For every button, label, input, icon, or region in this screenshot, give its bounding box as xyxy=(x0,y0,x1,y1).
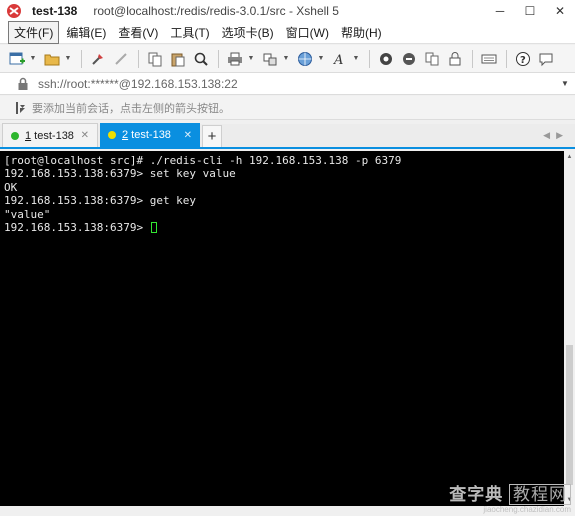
script-icon[interactable] xyxy=(398,48,420,70)
open-dropdown[interactable]: ▼ xyxy=(64,48,72,70)
hint-bar: 要添加当前会话，点击左侧的箭头按钮。 xyxy=(0,96,575,120)
copy-icon[interactable] xyxy=(144,48,166,70)
close-button[interactable]: ✕ xyxy=(545,0,575,22)
terminal-cursor xyxy=(150,222,157,234)
menu-tools[interactable]: 工具(T) xyxy=(165,22,214,43)
globe-icon[interactable] xyxy=(294,48,316,70)
help-icon[interactable]: ? xyxy=(512,48,534,70)
title-bar: test-138 root@localhost:/redis/redis-3.0… xyxy=(0,0,575,22)
terminal-scrollbar[interactable]: ▲ ▼ xyxy=(564,151,575,506)
arrow-button-icon[interactable] xyxy=(14,101,28,115)
menu-window[interactable]: 窗口(W) xyxy=(281,22,334,43)
transfer-icon[interactable] xyxy=(259,48,281,70)
globe-dropdown[interactable]: ▼ xyxy=(317,48,325,70)
watermark: 查字典 教程网 jiaocheng.chazidian.com xyxy=(449,480,571,514)
menu-file[interactable]: 文件(F) xyxy=(8,21,60,44)
terminal-line: 192.168.153.138:6379> set key value xyxy=(4,167,236,181)
terminal-prompt-line: 192.168.153.138:6379> xyxy=(4,221,560,234)
new-session-dropdown[interactable]: ▼ xyxy=(29,48,37,70)
hint-text: 要添加当前会话，点击左侧的箭头按钮。 xyxy=(32,102,230,115)
transfer-dropdown[interactable]: ▼ xyxy=(282,48,290,70)
minimize-button[interactable]: ─ xyxy=(485,0,515,22)
xftp-icon[interactable] xyxy=(375,48,397,70)
status-dot-icon xyxy=(11,131,19,140)
tab-name: test-138 xyxy=(128,129,171,141)
scrollbar-thumb[interactable] xyxy=(566,345,573,485)
keyboard-icon[interactable] xyxy=(478,48,500,70)
tab-session-1[interactable]: 1 test-138 ✕ xyxy=(2,123,98,147)
xshell-app-icon[interactable] xyxy=(6,3,22,19)
close-tab-icon[interactable]: ✕ xyxy=(81,130,89,141)
window-title: root@localhost:/redis/redis-3.0.1/src - … xyxy=(93,4,339,18)
font-dropdown[interactable]: ▼ xyxy=(352,48,360,70)
font-icon[interactable]: A xyxy=(329,48,351,70)
menu-view[interactable]: 查看(V) xyxy=(113,22,163,43)
menu-help[interactable]: 帮助(H) xyxy=(336,22,387,43)
menu-bar: 文件(F) 编辑(E) 查看(V) 工具(T) 选项卡(B) 窗口(W) 帮助(… xyxy=(0,21,575,44)
svg-text:A: A xyxy=(333,53,343,67)
reconnect-icon[interactable] xyxy=(87,48,109,70)
address-bar[interactable]: ssh://root:******@192.168.153.138:22 ▼ xyxy=(0,73,575,95)
print-dropdown[interactable]: ▼ xyxy=(247,48,255,70)
terminal-line: "value" xyxy=(4,207,51,221)
print-icon[interactable] xyxy=(224,48,246,70)
watermark-url: jiaocheng.chazidian.com xyxy=(483,505,571,514)
close-tab-icon[interactable]: ✕ xyxy=(184,130,192,141)
toolbar: ▼ ▼ ▼ ▼ ▼ A ▼ ? xyxy=(0,45,575,73)
terminal-output[interactable]: [root@localhost src]# ./redis-cli -h 192… xyxy=(0,151,564,506)
tab-bar: 1 test-138 ✕ 2 test-138 ✕ + ◀▶ xyxy=(0,123,575,149)
copy-session-icon[interactable] xyxy=(421,48,443,70)
scroll-up-icon[interactable]: ▲ xyxy=(564,151,575,163)
watermark-box-text: 教程网 xyxy=(509,484,571,505)
tab-name: test-138 xyxy=(31,129,74,142)
terminal-line: 192.168.153.138:6379> get key xyxy=(4,194,197,208)
menu-edit[interactable]: 编辑(E) xyxy=(61,22,111,43)
open-folder-icon[interactable] xyxy=(41,48,63,70)
address-dropdown-icon[interactable]: ▼ xyxy=(555,79,575,88)
terminal-prompt: 192.168.153.138:6379> xyxy=(4,221,150,235)
status-dot-icon xyxy=(108,131,116,139)
session-address[interactable]: ssh://root:******@192.168.153.138:22 xyxy=(38,77,555,91)
add-tab-button[interactable]: + xyxy=(202,125,222,147)
lock-icon[interactable] xyxy=(444,48,466,70)
disconnect-icon[interactable] xyxy=(110,48,132,70)
maximize-button[interactable]: ☐ xyxy=(515,0,545,22)
session-title: test-138 xyxy=(32,4,78,18)
terminal-line: OK xyxy=(4,180,18,194)
tab-scroll-arrows-icon[interactable]: ◀▶ xyxy=(543,130,569,141)
watermark-text: 查字典 xyxy=(449,485,504,504)
chat-icon[interactable] xyxy=(535,48,557,70)
menu-tabs[interactable]: 选项卡(B) xyxy=(217,22,279,43)
terminal-line: [root@localhost src]# ./redis-cli -h 192… xyxy=(4,154,402,167)
find-icon[interactable] xyxy=(190,48,212,70)
paste-icon[interactable] xyxy=(167,48,189,70)
svg-text:?: ? xyxy=(520,55,526,66)
new-session-icon[interactable] xyxy=(6,48,28,70)
lock-icon xyxy=(18,77,28,90)
tab-session-2[interactable]: 2 test-138 ✕ xyxy=(100,123,200,147)
